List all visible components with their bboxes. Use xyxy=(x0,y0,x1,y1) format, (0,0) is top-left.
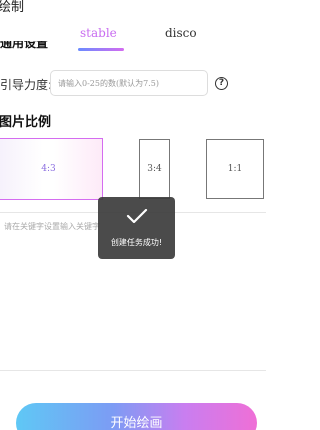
settings-heading-clipped: 通用设置 xyxy=(0,41,49,50)
success-toast: 创建任务成功! xyxy=(98,197,175,259)
ratio-label: 1:1 xyxy=(227,164,243,174)
ratio-heading: 图片比例 xyxy=(0,115,52,130)
help-icon[interactable]: ? xyxy=(215,77,228,90)
toast-message: 创建任务成功! xyxy=(110,238,163,247)
ratio-label: 3:4 xyxy=(147,164,162,174)
prompt-hint[interactable]: 请在关键字设置输入关键字 xyxy=(4,221,100,232)
tab-disco[interactable]: disco xyxy=(165,26,197,40)
tab-stable[interactable]: stable xyxy=(80,26,117,40)
ratio-option-1-1[interactable]: 1:1 xyxy=(206,139,264,199)
ratio-label: 4:3 xyxy=(41,164,56,174)
active-tab-indicator xyxy=(78,48,124,51)
divider xyxy=(0,370,266,371)
ratio-option-3-4[interactable]: 3:4 xyxy=(139,139,170,199)
check-icon xyxy=(126,209,148,223)
start-drawing-button[interactable]: 开始绘画 xyxy=(16,403,257,430)
ratio-option-4-3[interactable]: 4:3 xyxy=(0,138,103,200)
page-title: 绘制 xyxy=(0,0,25,15)
guidance-input[interactable] xyxy=(50,70,208,96)
guidance-label: 引导力度: xyxy=(0,78,53,92)
